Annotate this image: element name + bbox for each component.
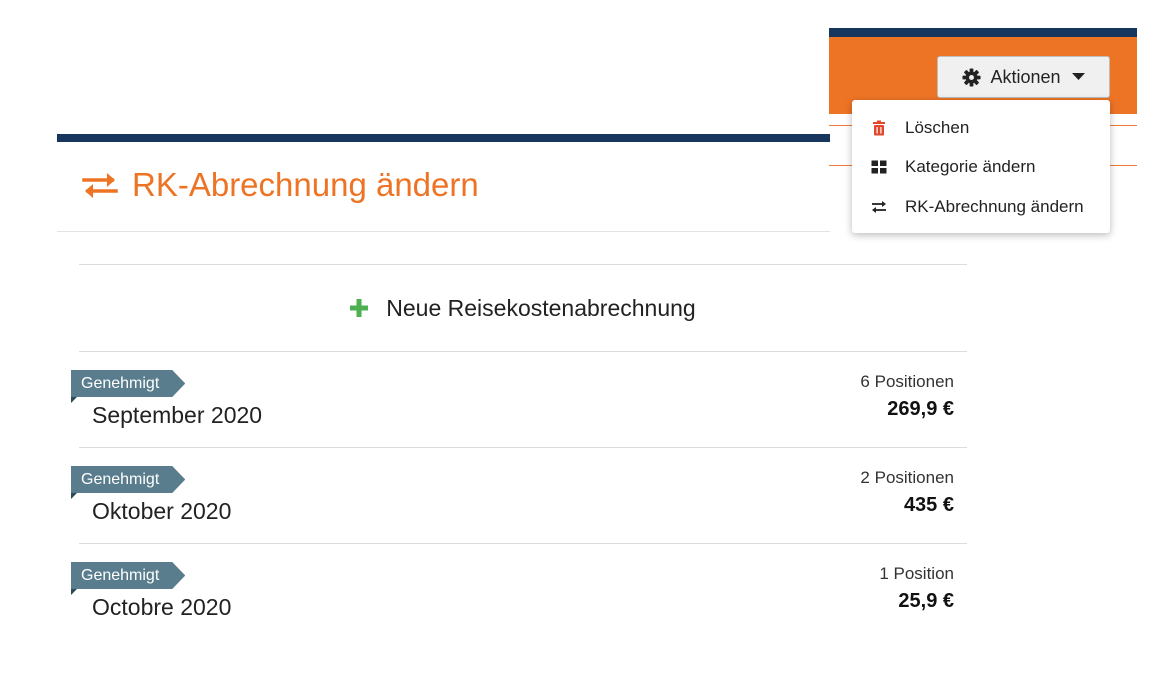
actions-button[interactable]: Aktionen (937, 56, 1110, 98)
modal-title: RK-Abrechnung ändern (82, 166, 479, 204)
report-item[interactable]: Genehmigt September 2020 6 Positionen 26… (71, 352, 967, 447)
plus-icon (350, 299, 369, 317)
status-badge: Genehmigt (71, 370, 185, 397)
report-position-count: 2 Positionen (860, 468, 954, 487)
report-title: Octobre 2020 (92, 594, 232, 620)
modal-title-text: RK-Abrechnung ändern (132, 166, 479, 203)
new-report-button[interactable]: Neue Reisekostenabrechnung (79, 265, 967, 351)
menu-item-label: RK-Abrechnung ändern (905, 197, 1084, 216)
swap-arrows-icon (872, 201, 886, 213)
trash-icon (873, 120, 885, 136)
report-amount: 25,9 € (898, 590, 954, 612)
modal-top-border (57, 134, 830, 142)
report-item[interactable]: Genehmigt Oktober 2020 2 Positionen 435 … (71, 448, 967, 543)
status-badge: Genehmigt (71, 466, 185, 493)
badge-fold (71, 493, 77, 499)
report-item[interactable]: Genehmigt Octobre 2020 1 Position 25,9 € (71, 544, 967, 639)
report-position-count: 6 Positionen (860, 372, 954, 391)
new-report-label: Neue Reisekostenabrechnung (386, 294, 696, 321)
menu-item-change-report[interactable]: RK-Abrechnung ändern (852, 187, 1110, 227)
report-position-count: 1 Position (879, 564, 954, 583)
report-amount: 269,9 € (887, 398, 954, 420)
report-list: Neue Reisekostenabrechnung Genehmigt Sep… (71, 264, 967, 639)
title-divider (57, 231, 830, 232)
gear-icon (962, 67, 981, 87)
menu-item-label: Kategorie ändern (905, 157, 1036, 176)
report-amount: 435 € (903, 494, 954, 516)
menu-item-label: Löschen (905, 118, 970, 137)
badge-fold (71, 397, 77, 403)
status-badge: Genehmigt (71, 562, 185, 589)
menu-item-change-category[interactable]: Kategorie ändern (852, 147, 1110, 187)
swap-arrows-icon (82, 173, 118, 198)
actions-button-label: Aktionen (990, 66, 1061, 87)
report-title: Oktober 2020 (92, 498, 232, 524)
badge-fold (71, 589, 77, 595)
actions-dropdown-menu: Löschen Kategorie ändern RK-Abrechnung ä… (852, 100, 1110, 233)
menu-item-delete[interactable]: Löschen (852, 108, 1110, 148)
grid-icon (871, 160, 887, 174)
report-title: September 2020 (92, 402, 263, 428)
caret-down-icon (1071, 73, 1085, 80)
